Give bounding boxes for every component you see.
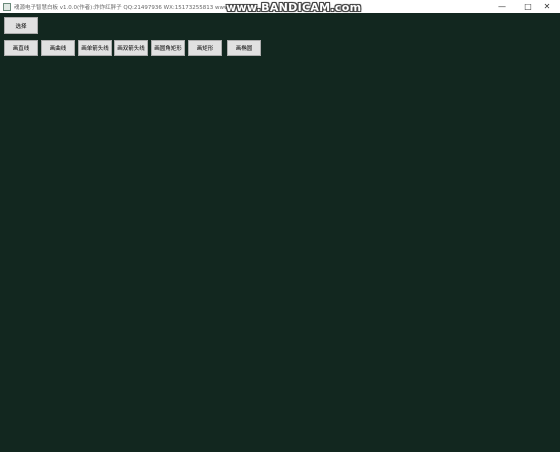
- draw-rect-button[interactable]: 画矩形: [188, 40, 222, 56]
- draw-line-button[interactable]: 画直线: [4, 40, 38, 56]
- window-title: 魂源电子智慧白板 v1.0.0(作者):炸炸红胖子 QQ:21497936 WX…: [14, 4, 244, 11]
- draw-rounded-rect-button[interactable]: 画圆角矩形: [151, 40, 185, 56]
- draw-double-arrow-button[interactable]: 画双箭头线: [114, 40, 148, 56]
- draw-curve-button[interactable]: 画曲线: [41, 40, 75, 56]
- close-icon: ✕: [543, 2, 551, 11]
- minimize-icon: —: [498, 2, 506, 11]
- select-button[interactable]: 选择: [4, 17, 38, 34]
- close-button[interactable]: ✕: [534, 0, 560, 13]
- recording-watermark: www.BANDICAM.com: [226, 1, 362, 14]
- drawing-canvas[interactable]: [0, 60, 560, 452]
- draw-ellipse-button[interactable]: 画椭圆: [227, 40, 261, 56]
- app-icon: [3, 2, 11, 11]
- app-window: 魂源电子智慧白板 v1.0.0(作者):炸炸红胖子 QQ:21497936 WX…: [0, 0, 560, 452]
- minimize-button[interactable]: —: [489, 0, 515, 13]
- maximize-icon: □: [524, 2, 532, 11]
- draw-single-arrow-button[interactable]: 画单箭头线: [78, 40, 112, 56]
